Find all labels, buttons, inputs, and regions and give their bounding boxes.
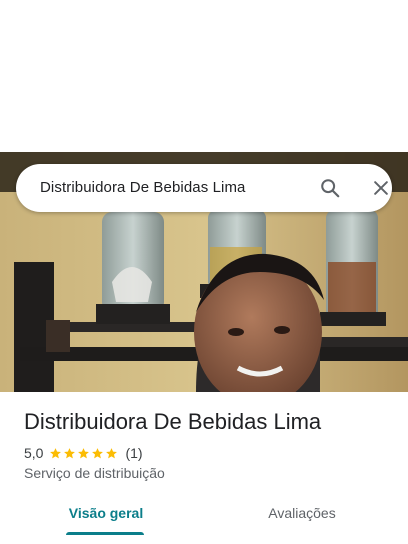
tab-reviews[interactable]: Avaliações bbox=[254, 494, 350, 536]
place-category[interactable]: Serviço de distribuição bbox=[24, 465, 165, 481]
active-tab-indicator bbox=[66, 532, 144, 535]
star-icon bbox=[50, 447, 62, 458]
star-icon bbox=[92, 447, 104, 458]
place-tabs: Visão geral Avaliações bbox=[0, 494, 408, 536]
search-bar[interactable]: Distribuidora De Bebidas Lima bbox=[16, 164, 392, 212]
search-button[interactable] bbox=[316, 174, 344, 202]
star-icon bbox=[64, 447, 76, 458]
rating-value: 5,0 bbox=[24, 445, 44, 461]
search-icon bbox=[321, 179, 340, 198]
rating-row[interactable]: 5,0 (1) bbox=[24, 444, 143, 462]
star-icon bbox=[106, 447, 118, 458]
place-title: Distribuidora De Bebidas Lima bbox=[24, 409, 322, 434]
clear-search-button[interactable] bbox=[367, 174, 395, 202]
rating-stars bbox=[49, 447, 119, 460]
review-count[interactable]: (1) bbox=[125, 445, 142, 461]
star-icon bbox=[78, 447, 90, 458]
search-input[interactable]: Distribuidora De Bebidas Lima bbox=[40, 164, 246, 212]
close-icon bbox=[374, 181, 388, 195]
tab-overview[interactable]: Visão geral bbox=[58, 494, 154, 536]
